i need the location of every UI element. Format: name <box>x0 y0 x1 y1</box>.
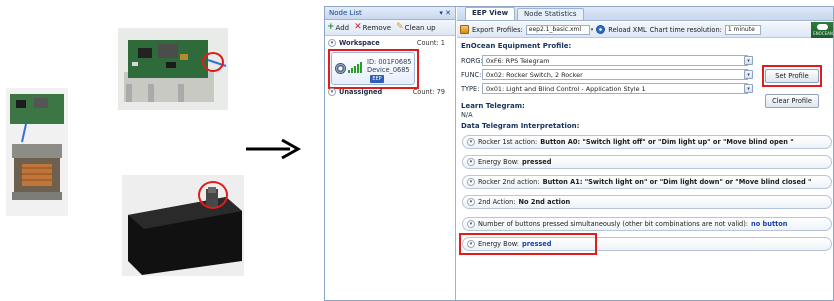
type-label: TYPE: <box>461 85 480 93</box>
pcb-stack-image <box>6 88 68 216</box>
clean-up-button[interactable]: ✎ Clean up <box>396 23 436 32</box>
unassigned-count: Count: 79 <box>412 88 445 96</box>
plus-icon: + <box>327 22 335 32</box>
unassigned-group[interactable]: ▾ Unassigned Count: 79 <box>325 86 455 98</box>
broom-icon: ✎ <box>396 22 404 32</box>
close-icon: ✕ <box>354 22 362 32</box>
eep-toolbar: Export Profiles: eep2.1_basic.xml ▾ Relo… <box>457 22 833 38</box>
reload-icon[interactable] <box>596 25 606 34</box>
node-list-title-bar: Node List ▾ ✕ <box>325 7 455 20</box>
pcb-stack-photo <box>6 88 68 216</box>
workspace-group[interactable]: ▾ Workspace Count: 1 <box>325 37 455 49</box>
enclosure-photo <box>122 175 244 276</box>
workspace-name: Workspace <box>339 39 380 47</box>
interp-value: no button <box>751 220 788 228</box>
interp-value: pressed <box>522 158 552 166</box>
enocean-logo-text: ENOCEAN <box>813 31 833 36</box>
export-button[interactable]: Export <box>472 26 494 34</box>
reload-xml-button[interactable]: Reload XML <box>608 26 646 34</box>
interp-value: Button A1: "Switch light on" or "Dim lig… <box>542 178 812 186</box>
add-button[interactable]: + Add <box>327 23 349 32</box>
resolution-select[interactable]: 1 minute <box>724 24 761 35</box>
highlight-set-profile <box>762 65 822 87</box>
tab-node-statistics[interactable]: Node Statistics <box>517 8 584 20</box>
rorg-select[interactable]: 0xF6: RPS Telegram <box>482 55 748 66</box>
interp-label: Rocker 1st action: <box>478 138 538 146</box>
clear-profile-button[interactable]: Clear Profile <box>765 94 819 108</box>
workspace-count: Count: 1 <box>416 39 445 47</box>
add-label: Add <box>335 23 350 32</box>
interp-label: 2nd Action: <box>478 198 516 206</box>
highlight-circle-enclosure <box>198 181 228 209</box>
tab-eep-view[interactable]: EEP View <box>465 7 516 20</box>
enocean-logo: ENOCEAN <box>811 22 833 38</box>
func-select[interactable]: 0x02: Rocker Switch, 2 Rocker <box>482 69 748 80</box>
dolphin-view-window: Node List ▾ ✕ + Add ✕ Remove ✎ Clean up … <box>324 6 834 301</box>
cloud-icon <box>817 24 828 30</box>
node-list-title: Node List <box>329 9 362 17</box>
panel-pin-icon[interactable]: ▾ ✕ <box>439 9 451 17</box>
node-toolbar: + Add ✕ Remove ✎ Clean up <box>325 20 455 36</box>
rorg-label: RORG: <box>461 57 483 65</box>
func-label: FUNC: <box>461 71 482 79</box>
tab-bar: EEP View Node Statistics <box>457 7 833 21</box>
chevron-down-icon[interactable]: ▾ <box>591 27 594 33</box>
interp-row-energy-bow[interactable]: ▾ Energy Bow: pressed <box>462 155 832 169</box>
chevron-down-icon[interactable]: ▾ <box>744 56 753 65</box>
interpretation-heading: Data Telegram Interpretation: <box>461 122 580 130</box>
clean-up-label: Clean up <box>404 23 436 32</box>
eep-view-content: EEP View Node Statistics Export Profiles… <box>457 7 833 300</box>
profile-heading: EnOcean Equipment Profile: <box>461 42 572 50</box>
type-select[interactable]: 0x01: Light and Blind Control - Applicat… <box>482 83 748 94</box>
chevron-down-icon[interactable]: ▾ <box>328 88 336 96</box>
interp-row-rocker-1st[interactable]: ▾ Rocker 1st action: Button A0: "Switch … <box>462 135 832 149</box>
unassigned-name: Unassigned <box>339 88 383 96</box>
interp-row-rocker-2nd[interactable]: ▾ Rocker 2nd action: Button A1: "Switch … <box>462 175 832 189</box>
pcb-module-photo <box>118 28 228 110</box>
chevron-down-icon[interactable]: ▾ <box>467 178 475 186</box>
interp-label: Energy Bow: <box>478 158 519 166</box>
right-arrow-icon <box>246 138 302 160</box>
profiles-label: Profiles: <box>496 25 523 34</box>
interp-label: Number of buttons pressed simultaneously… <box>478 220 749 228</box>
interp-value: Button A0: "Switch light off" or "Dim li… <box>540 138 794 146</box>
interp-label: Rocker 2nd action: <box>478 178 540 186</box>
interp-value: No 2nd action <box>518 198 571 206</box>
interp-row-2nd-action[interactable]: ▾ 2nd Action: No 2nd action <box>462 195 832 209</box>
highlight-energy-bow <box>459 233 597 255</box>
chevron-down-icon[interactable]: ▾ <box>467 138 475 146</box>
remove-button[interactable]: ✕ Remove <box>354 23 391 32</box>
highlight-device-card <box>328 49 419 89</box>
export-icon[interactable] <box>460 25 469 34</box>
profiles-select[interactable]: eep2.1_basic.xml <box>525 24 590 35</box>
chevron-down-icon[interactable]: ▾ <box>328 39 336 47</box>
node-list-panel: Node List ▾ ✕ + Add ✕ Remove ✎ Clean up … <box>325 7 456 300</box>
highlight-circle-antenna <box>202 52 224 72</box>
chevron-down-icon[interactable]: ▾ <box>744 70 753 79</box>
resolution-label: Chart time resolution: <box>649 25 722 34</box>
interp-row-buttons-pressed[interactable]: ▾ Number of buttons pressed simultaneous… <box>462 217 832 231</box>
learn-heading: Learn Telegram: <box>461 102 525 110</box>
remove-label: Remove <box>362 23 392 32</box>
chevron-down-icon[interactable]: ▾ <box>467 158 475 166</box>
learn-value: N/A <box>461 111 473 119</box>
chevron-down-icon[interactable]: ▾ <box>467 220 475 228</box>
chevron-down-icon[interactable]: ▾ <box>744 84 753 93</box>
chevron-down-icon[interactable]: ▾ <box>467 198 475 206</box>
